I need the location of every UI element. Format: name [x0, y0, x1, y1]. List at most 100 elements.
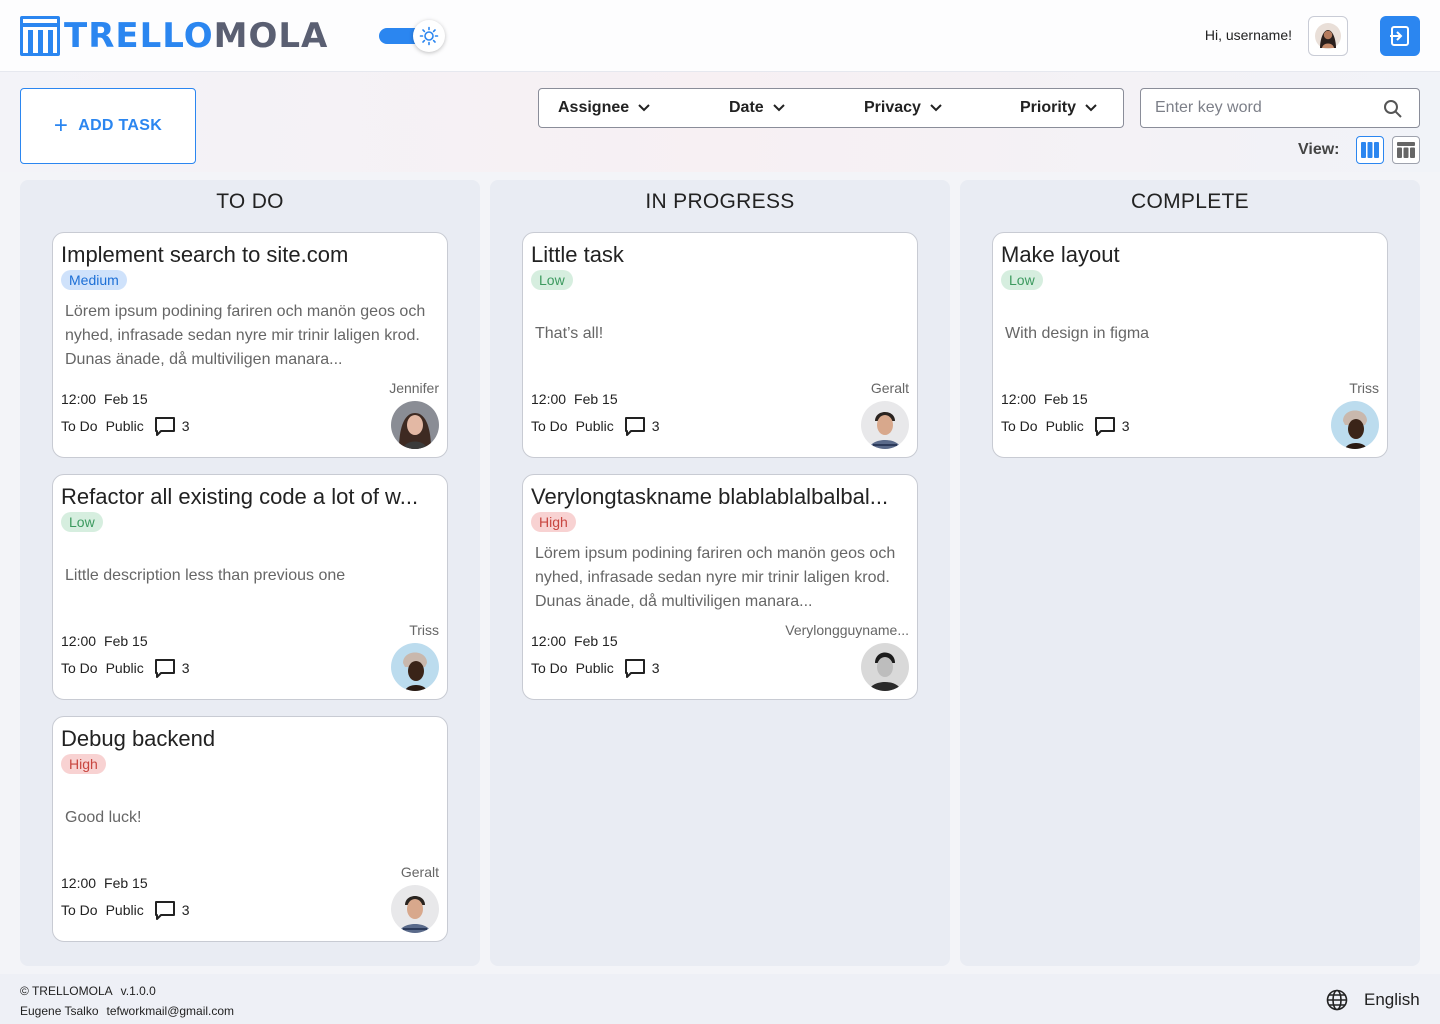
language-label: English [1364, 990, 1420, 1009]
footer-author: Eugene Tsalko [20, 1004, 99, 1018]
task-title: Verylongtaskname blablablalbalbal... [531, 484, 889, 509]
task-meta: To Do Public 3 [61, 899, 190, 921]
filter-assignee-label: Assignee [558, 99, 630, 116]
task-time: 12:00 [61, 633, 97, 649]
task-description: Little description less than previous on… [65, 567, 346, 584]
filters-bar: Assignee Date Privacy Priority [538, 88, 1124, 128]
comment-icon [1094, 416, 1116, 436]
task-card[interactable]: Little task Low That’s all! 12:00 Feb 15 … [522, 232, 918, 458]
task-title: Debug backend [61, 726, 216, 751]
task-description: Good luck! [65, 809, 142, 826]
task-privacy: Public [575, 418, 614, 434]
plus-icon: + [53, 112, 69, 139]
priority-badge: Low [61, 512, 103, 532]
assignee-avatar[interactable] [861, 401, 909, 449]
app-header: TRELLOMOLA Hi, username! [0, 0, 1440, 72]
task-meta: To Do Public 3 [61, 657, 190, 679]
task-datetime: 12:00 Feb 15 [531, 391, 618, 407]
task-privacy: Public [105, 418, 144, 434]
table-view-button[interactable] [1392, 136, 1420, 164]
search-input[interactable] [1155, 97, 1375, 119]
task-datetime: 12:00 Feb 15 [61, 391, 148, 407]
task-status: To Do [531, 660, 568, 676]
task-card[interactable]: Implement search to site.com Medium Löre… [52, 232, 448, 458]
logo-text-part2: MOLA [213, 16, 329, 56]
task-status: To Do [61, 902, 98, 918]
filter-priority[interactable]: Priority [1020, 89, 1098, 127]
task-status: To Do [1001, 418, 1038, 434]
comment-count: 3 [651, 660, 660, 676]
app-footer: © TRELLOMOLA v.1.0.0 Eugene Tsalko tefwork… [0, 974, 1440, 1024]
logo-icon [20, 16, 60, 56]
globe-icon [1326, 989, 1348, 1011]
priority-badge: Low [531, 270, 573, 290]
filter-priority-label: Priority [1020, 99, 1077, 116]
task-datetime: 12:00 Feb 15 [61, 875, 148, 891]
task-datetime: 12:00 Feb 15 [61, 633, 148, 649]
theme-toggle-knob [413, 20, 445, 52]
column-title: TO DO [216, 190, 284, 213]
footer-email[interactable]: tefworkmail@gmail.com [107, 1004, 235, 1018]
task-title: Make layout [1001, 242, 1120, 267]
column-complete: COMPLETE Make layout Low With design in … [960, 180, 1420, 966]
comment-count: 3 [181, 418, 190, 434]
assignee-avatar[interactable] [391, 643, 439, 691]
user-avatar-button[interactable] [1308, 16, 1348, 56]
footer-version: v.1.0.0 [120, 984, 156, 998]
language-selector[interactable]: English [1326, 989, 1420, 1011]
task-privacy: Public [105, 660, 144, 676]
app-logo[interactable]: TRELLOMOLA [20, 16, 328, 56]
task-meta: To Do Public 3 [61, 415, 190, 437]
task-card[interactable]: Verylongtaskname blablablalbalbal... Hig… [522, 474, 918, 700]
user-avatar-icon [1315, 23, 1341, 49]
task-title: Little task [531, 242, 624, 267]
task-time: 12:00 [61, 391, 97, 407]
task-description: Lörem ipsum podining fariren och manön g… [535, 545, 896, 610]
assignee-avatar[interactable] [391, 401, 439, 449]
task-datetime: 12:00 Feb 15 [1001, 391, 1088, 407]
chevron-down-icon [930, 104, 942, 112]
search-icon[interactable] [1383, 99, 1403, 119]
filter-assignee[interactable]: Assignee [558, 89, 651, 127]
assignee-avatar[interactable] [861, 643, 909, 691]
filter-privacy[interactable]: Privacy [864, 89, 943, 127]
logout-button[interactable] [1380, 16, 1420, 56]
view-label: View: [1298, 141, 1340, 158]
task-title: Implement search to site.com [61, 242, 349, 267]
footer-copyright-line: © TRELLOMOLA v.1.0.0 [20, 984, 156, 998]
assignee-name: Jennifer [389, 380, 439, 396]
task-time: 12:00 [531, 633, 567, 649]
assignee-name: Verylongguyname... [785, 622, 909, 638]
add-task-button[interactable]: + ADD TASK [20, 88, 196, 164]
task-card[interactable]: Make layout Low With design in figma 12:… [992, 232, 1388, 458]
task-card[interactable]: Refactor all existing code a lot of w...… [52, 474, 448, 700]
columns-view-icon [1361, 142, 1379, 158]
filter-date-label: Date [729, 99, 764, 116]
task-meta: To Do Public 3 [1001, 415, 1130, 437]
task-meta: To Do Public 3 [531, 415, 660, 437]
theme-toggle[interactable] [379, 20, 445, 52]
logo-text: TRELLOMOLA [64, 16, 328, 56]
task-time: 12:00 [1001, 391, 1037, 407]
assignee-avatar[interactable] [391, 885, 439, 933]
task-privacy: Public [575, 660, 614, 676]
filter-date[interactable]: Date [729, 89, 786, 127]
comment-icon [154, 658, 176, 678]
task-privacy: Public [1045, 418, 1084, 434]
task-date: Feb 15 [104, 391, 148, 407]
chevron-down-icon [772, 104, 785, 112]
sun-icon [419, 26, 439, 46]
assignee-avatar[interactable] [1331, 401, 1379, 449]
priority-badge: Medium [61, 270, 127, 290]
task-date: Feb 15 [104, 875, 148, 891]
chevron-down-icon [638, 104, 650, 112]
task-status: To Do [531, 418, 568, 434]
task-date: Feb 15 [104, 633, 148, 649]
footer-author-line: Eugene Tsalko tefworkmail@gmail.com [20, 1004, 234, 1018]
board-view-button[interactable] [1356, 136, 1384, 164]
task-card[interactable]: Debug backend High Good luck! 12:00 Feb 1… [52, 716, 448, 942]
comment-count: 3 [181, 660, 190, 676]
task-time: 12:00 [531, 391, 567, 407]
task-description: Lörem ipsum podining fariren och manön g… [65, 303, 426, 368]
add-task-label: ADD TASK [78, 117, 163, 134]
